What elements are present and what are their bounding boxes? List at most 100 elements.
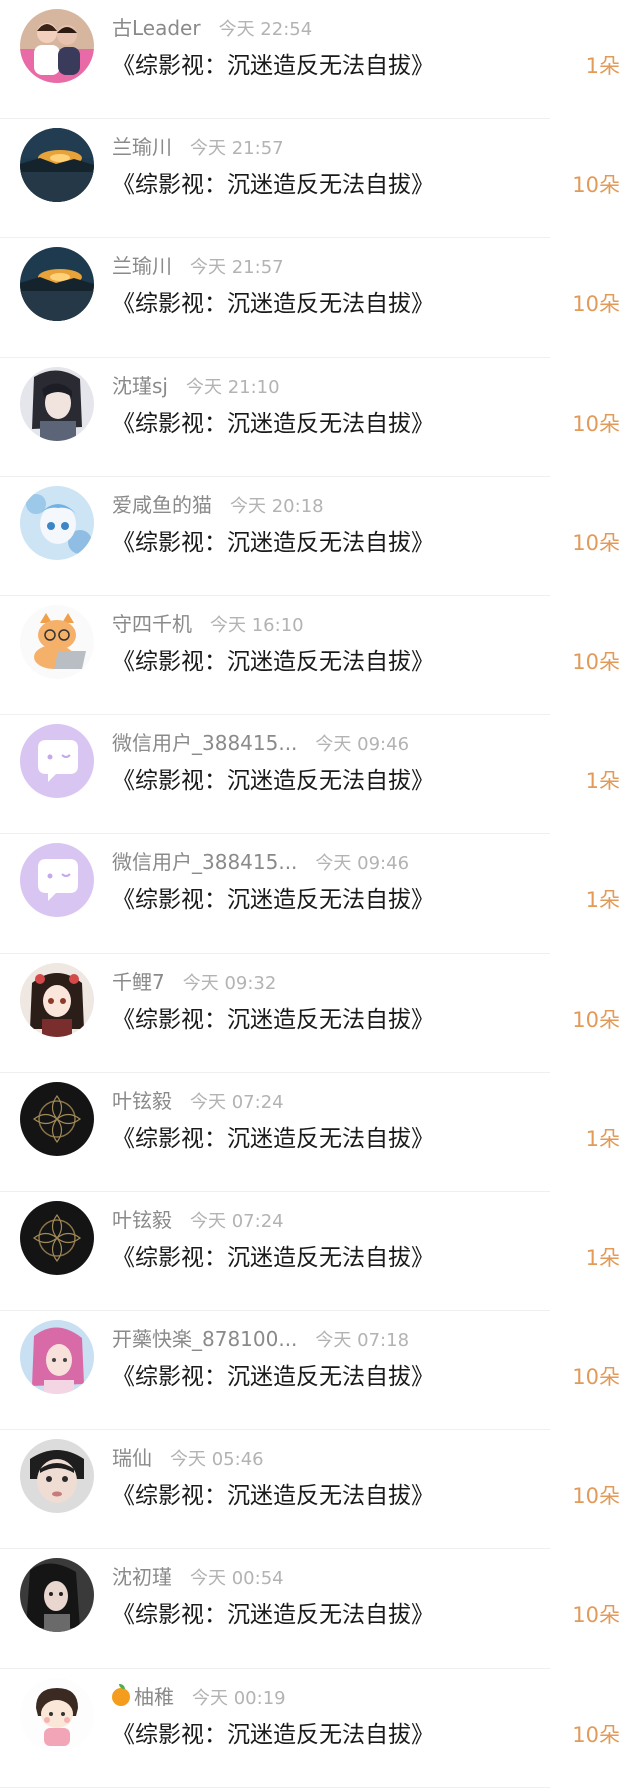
avatar[interactable] xyxy=(20,1320,94,1395)
avatar[interactable] xyxy=(20,843,94,918)
timestamp: 今天 22:54 xyxy=(218,19,313,40)
user-name[interactable]: 开藥快楽_878100... xyxy=(112,1323,297,1352)
timestamp: 今天 05:46 xyxy=(170,1449,264,1471)
user-name[interactable]: 微信用户_388415... xyxy=(112,846,297,875)
user-name[interactable]: 微信用户_388415... xyxy=(112,727,297,756)
list-item[interactable]: 开藥快楽_878100... 今天 07:18 《综影视：沉迷造反无法自拔》 1… xyxy=(0,1311,640,1431)
book-title[interactable]: 《综影视：沉迷造反无法自拔》 xyxy=(112,1715,434,1749)
list-item[interactable]: 兰瑜川 今天 21:57 《综影视：沉迷造反无法自拔》 10朵 xyxy=(0,119,640,239)
list-item[interactable]: 叶铉毅 今天 07:24 《综影视：沉迷造反无法自拔》 1朵 xyxy=(0,1192,640,1312)
avatar[interactable] xyxy=(20,1677,94,1752)
timestamp: 今天 07:24 xyxy=(190,1210,284,1232)
book-title[interactable]: 《综影视：沉迷造反无法自拔》 xyxy=(112,404,434,438)
book-title[interactable]: 《综影视：沉迷造反无法自拔》 xyxy=(112,1595,434,1629)
item-meta: 兰瑜川 今天 21:57 xyxy=(112,131,284,161)
avatar[interactable] xyxy=(20,1558,94,1633)
item-meta: 微信用户_388415... 今天 09:46 xyxy=(112,846,409,876)
book-title[interactable]: 《综影视：沉迷造反无法自拔》 xyxy=(112,1119,434,1153)
user-name[interactable]: 沈瑾sj xyxy=(112,370,168,399)
user-name[interactable]: 瑞仙 xyxy=(112,1442,152,1471)
list-item[interactable]: 沈初瑾 今天 00:54 《综影视：沉迷造反无法自拔》 10朵 xyxy=(0,1549,640,1669)
user-name[interactable]: 柚稚 xyxy=(134,1681,174,1710)
book-title[interactable]: 《综影视：沉迷造反无法自拔》 xyxy=(112,1000,434,1034)
list-item[interactable]: 沈瑾sj 今天 21:10 《综影视：沉迷造反无法自拔》 10朵 xyxy=(0,358,640,477)
item-meta: 沈初瑾 今天 00:54 xyxy=(112,1561,284,1591)
user-name[interactable]: 古Leader xyxy=(112,12,201,41)
gift-count: 10朵 xyxy=(572,173,620,198)
timestamp: 今天 09:46 xyxy=(315,853,410,875)
book-title[interactable]: 《综影视：沉迷造反无法自拔》 xyxy=(112,1476,434,1510)
timestamp: 今天 07:24 xyxy=(190,1091,284,1113)
item-meta: 微信用户_388415... 今天 09:46 xyxy=(112,727,409,757)
user-name[interactable]: 千鲤7 xyxy=(112,966,165,995)
book-title[interactable]: 《综影视：沉迷造反无法自拔》 xyxy=(112,880,434,914)
item-meta: 沈瑾sj 今天 21:10 xyxy=(112,370,280,400)
gift-count: 10朵 xyxy=(572,1365,620,1390)
user-name[interactable]: 叶铉毅 xyxy=(112,1085,172,1114)
item-meta: 叶铉毅 今天 07:24 xyxy=(112,1085,284,1115)
list-item[interactable]: 兰瑜川 今天 21:57 《综影视：沉迷造反无法自拔》 10朵 xyxy=(0,238,640,358)
list-item[interactable]: 叶铉毅 今天 07:24 《综影视：沉迷造反无法自拔》 1朵 xyxy=(0,1073,640,1193)
item-meta: 兰瑜川 今天 21:57 xyxy=(112,250,284,280)
book-title[interactable]: 《综影视：沉迷造反无法自拔》 xyxy=(112,165,434,199)
list-item[interactable]: 守四千机 今天 16:10 《综影视：沉迷造反无法自拔》 10朵 xyxy=(0,596,640,716)
book-title[interactable]: 《综影视：沉迷造反无法自拔》 xyxy=(112,523,434,557)
item-meta: 瑞仙 今天 05:46 xyxy=(112,1442,264,1472)
list-item[interactable]: 微信用户_388415... 今天 09:46 《综影视：沉迷造反无法自拔》 1… xyxy=(0,834,640,954)
timestamp: 今天 21:57 xyxy=(190,138,284,160)
list-item[interactable]: 爱咸鱼的猫 今天 20:18 《综影视：沉迷造反无法自拔》 10朵 xyxy=(0,477,640,597)
user-name[interactable]: 兰瑜川 xyxy=(112,131,172,160)
user-name[interactable]: 兰瑜川 xyxy=(112,250,172,279)
gift-count: 10朵 xyxy=(572,1603,620,1628)
item-meta: 柚稚 今天 00:19 xyxy=(112,1681,286,1711)
avatar[interactable] xyxy=(20,1200,94,1275)
book-title[interactable]: 《综影视：沉迷造反无法自拔》 xyxy=(112,1357,434,1391)
gift-count: 1朵 xyxy=(585,888,620,913)
item-meta: 爱咸鱼的猫 今天 20:18 xyxy=(112,489,324,519)
gift-count: 10朵 xyxy=(572,1484,620,1509)
list-item[interactable]: 柚稚 今天 00:19 《综影视：沉迷造反无法自拔》 10朵 xyxy=(0,1669,640,1788)
avatar[interactable] xyxy=(20,485,94,560)
timestamp: 今天 09:32 xyxy=(182,972,277,994)
avatar[interactable] xyxy=(20,1439,94,1514)
book-title[interactable]: 《综影视：沉迷造反无法自拔》 xyxy=(112,642,434,676)
list-item[interactable]: 古Leader 今天 22:54 《综影视：沉迷造反无法自拔》 1朵 xyxy=(0,0,640,120)
gift-count: 1朵 xyxy=(585,1126,620,1151)
user-name[interactable]: 爱咸鱼的猫 xyxy=(112,489,212,518)
avatar[interactable] xyxy=(20,724,94,799)
avatar[interactable] xyxy=(20,366,94,441)
avatar[interactable] xyxy=(20,604,94,679)
gift-count: 10朵 xyxy=(572,292,620,317)
user-name[interactable]: 沈初瑾 xyxy=(112,1561,172,1590)
timestamp: 今天 00:19 xyxy=(192,1687,286,1709)
timestamp: 今天 07:18 xyxy=(315,1330,410,1352)
avatar[interactable] xyxy=(20,9,94,83)
timestamp: 今天 16:10 xyxy=(210,614,304,636)
book-title[interactable]: 《综影视：沉迷造反无法自拔》 xyxy=(112,284,434,318)
item-meta: 叶铉毅 今天 07:24 xyxy=(112,1204,284,1234)
gift-count: 10朵 xyxy=(572,411,620,436)
list-item[interactable]: 微信用户_388415... 今天 09:46 《综影视：沉迷造反无法自拔》 1… xyxy=(0,715,640,835)
item-meta: 古Leader 今天 22:54 xyxy=(112,12,312,42)
timestamp: 今天 21:57 xyxy=(190,257,284,279)
book-title[interactable]: 《综影视：沉迷造反无法自拔》 xyxy=(112,46,434,80)
gift-count: 10朵 xyxy=(572,530,620,555)
user-name[interactable]: 守四千机 xyxy=(112,608,192,637)
avatar[interactable] xyxy=(20,962,94,1037)
timestamp: 今天 21:10 xyxy=(185,376,280,398)
user-name[interactable]: 叶铉毅 xyxy=(112,1204,172,1233)
gift-count: 10朵 xyxy=(572,649,620,674)
avatar[interactable] xyxy=(20,247,94,322)
gift-count: 1朵 xyxy=(585,769,620,794)
book-title[interactable]: 《综影视：沉迷造反无法自拔》 xyxy=(112,761,434,795)
list-item[interactable]: 瑞仙 今天 05:46 《综影视：沉迷造反无法自拔》 10朵 xyxy=(0,1430,640,1550)
item-meta: 守四千机 今天 16:10 xyxy=(112,608,304,638)
gift-count: 10朵 xyxy=(572,1722,620,1747)
list-item[interactable]: 千鲤7 今天 09:32 《综影视：沉迷造反无法自拔》 10朵 xyxy=(0,954,640,1073)
avatar[interactable] xyxy=(20,128,94,203)
gift-record-list: 古Leader 今天 22:54 《综影视：沉迷造反无法自拔》 1朵 兰瑜川 今… xyxy=(0,0,640,1788)
item-meta: 千鲤7 今天 09:32 xyxy=(112,966,276,996)
book-title[interactable]: 《综影视：沉迷造反无法自拔》 xyxy=(112,1238,434,1272)
timestamp: 今天 09:46 xyxy=(315,734,410,756)
avatar[interactable] xyxy=(20,1081,94,1156)
